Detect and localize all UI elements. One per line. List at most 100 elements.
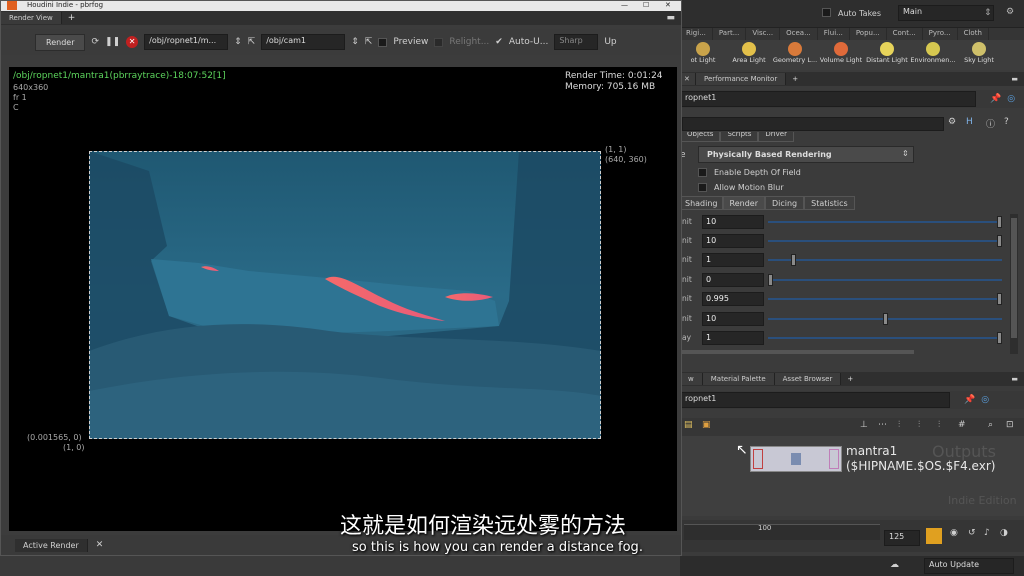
param-value[interactable]: 10 — [702, 234, 764, 248]
render-button[interactable]: Render — [35, 33, 86, 51]
tab-material-palette[interactable]: Material Palette — [702, 373, 775, 385]
subtab-objects[interactable]: Objects — [680, 132, 721, 142]
tab-close-icon[interactable]: ✕ — [680, 73, 696, 85]
slider-knob[interactable] — [997, 293, 1002, 305]
add-tab-icon[interactable]: + — [786, 75, 804, 83]
spot-light-tool[interactable]: ot Light — [680, 40, 726, 70]
help-h-icon[interactable]: H — [966, 117, 973, 127]
param-value[interactable]: 10 — [702, 312, 764, 326]
network-path[interactable]: ropnet1 — [680, 392, 950, 408]
param-value[interactable]: 10 — [702, 215, 764, 229]
tab-dicing[interactable]: Dicing — [764, 196, 805, 210]
auto-takes-checkbox[interactable] — [822, 8, 831, 17]
help-icon[interactable]: ⓘ — [986, 117, 995, 130]
param-slider[interactable] — [768, 332, 1002, 344]
pin-icon[interactable]: 📌 — [964, 395, 975, 405]
preview-checkbox[interactable] — [378, 37, 388, 47]
pane-menu-icon[interactable]: ▬ — [666, 13, 681, 23]
refresh-icon[interactable]: ⟳ — [91, 37, 99, 47]
rop-pick-icon[interactable]: ⇱ — [248, 37, 256, 47]
network-canvas[interactable]: Outputs Indie Edition mantra1 ($HIPNAME.… — [680, 436, 1024, 516]
pane-menu-icon[interactable]: ▬ — [1011, 75, 1024, 83]
shelf-tab[interactable]: Rigi... — [680, 28, 713, 40]
param-slider[interactable] — [768, 254, 1002, 266]
param-slider[interactable] — [768, 235, 1002, 247]
align2-icon[interactable]: ⫶ — [918, 420, 920, 430]
shelf-tab[interactable]: Cloth — [958, 28, 989, 40]
timeline-bar[interactable]: 100 — [684, 524, 880, 540]
real-time-icon[interactable]: ◑ — [1000, 528, 1008, 538]
tab-statistics[interactable]: Statistics — [804, 196, 855, 210]
select-camera-icon[interactable]: ⇕ — [351, 37, 359, 47]
tab-performance-monitor[interactable]: Performance Monitor — [696, 73, 787, 85]
tab-render-view[interactable]: Render View — [1, 12, 62, 24]
tab-render[interactable]: Render — [722, 196, 765, 210]
desktop-select[interactable]: Main — [898, 5, 994, 21]
layout-icon[interactable]: ⊥ — [860, 420, 868, 430]
select-rop-icon[interactable]: ⇕ — [234, 37, 242, 47]
tab-asset-browser[interactable]: Asset Browser — [774, 373, 842, 385]
stop-icon[interactable]: ✕ — [126, 36, 139, 48]
up-label[interactable]: Up — [604, 37, 616, 47]
gear-icon[interactable]: ⚙ — [948, 117, 956, 127]
tab-network[interactable]: w — [680, 373, 703, 385]
environment-light-tool[interactable]: Environmen... — [910, 40, 956, 70]
param-value[interactable]: 0 — [702, 273, 764, 287]
motion-blur-checkbox[interactable] — [698, 183, 707, 192]
param-search-field[interactable] — [682, 117, 944, 131]
node-flag-left[interactable] — [753, 449, 763, 469]
add-tab-icon[interactable]: + — [62, 13, 82, 23]
grid-icon[interactable]: # — [958, 420, 966, 430]
note-icon[interactable]: ▤ — [684, 420, 693, 430]
dof-checkbox[interactable] — [698, 168, 707, 177]
align3-icon[interactable]: ⫶ — [938, 420, 940, 430]
render-engine-select[interactable]: Physically Based Rendering — [698, 146, 914, 163]
settings-gear-icon[interactable]: ⚙ — [1006, 7, 1014, 17]
shelf-tab[interactable]: Ocea... — [780, 28, 818, 40]
slider-knob[interactable] — [997, 235, 1002, 247]
frame-field[interactable]: 125 — [884, 530, 920, 546]
close-tab-icon[interactable]: ✕ — [88, 540, 112, 550]
search-icon[interactable]: ⌕ — [988, 420, 993, 430]
volume-light-tool[interactable]: Volume Light — [818, 40, 864, 70]
shelf-tab[interactable]: Popu... — [850, 28, 887, 40]
slider-knob[interactable] — [882, 313, 888, 325]
tab-active-render[interactable]: Active Render — [15, 538, 88, 552]
param-h-scrollbar[interactable] — [680, 350, 914, 354]
param-scrollbar[interactable] — [1010, 214, 1018, 354]
param-slider[interactable] — [768, 293, 1002, 305]
slider-knob[interactable] — [997, 332, 1002, 344]
dots-icon[interactable]: ⋯ — [878, 420, 887, 430]
subtab-scripts[interactable]: Scripts — [720, 132, 759, 142]
distant-light-tool[interactable]: Distant Light — [864, 40, 910, 70]
window-titlebar[interactable]: Houdini Indie - pbrfog — ☐ ✕ — [1, 1, 681, 11]
shelf-tab[interactable]: Pyro... — [923, 28, 958, 40]
subtab-driver[interactable]: Driver — [758, 132, 794, 142]
pane-menu-icon[interactable]: ▬ — [1011, 375, 1024, 383]
shelf-tab[interactable]: Visc... — [746, 28, 781, 40]
rop-path-field[interactable]: /obj/ropnet1/m... — [144, 34, 229, 50]
area-light-tool[interactable]: Area Light — [726, 40, 772, 70]
audio-icon[interactable]: ♪ — [984, 528, 990, 538]
link-icon[interactable]: ◎ — [1007, 94, 1015, 104]
shelf-tab[interactable]: Flui... — [818, 28, 850, 40]
param-value[interactable]: 1 — [702, 331, 764, 345]
playback-icon[interactable]: ◉ — [950, 528, 958, 538]
box-icon[interactable]: ▣ — [702, 420, 711, 430]
minimize-icon[interactable]: — — [621, 1, 628, 10]
scroll-thumb[interactable] — [1011, 218, 1017, 338]
relight-checkbox[interactable] — [434, 37, 444, 47]
pause-icon[interactable]: ❚❚ — [105, 37, 120, 47]
slider-knob[interactable] — [997, 216, 1002, 228]
add-tab-icon[interactable]: + — [841, 375, 859, 383]
shelf-tab[interactable]: Part... — [713, 28, 747, 40]
question-icon[interactable]: ? — [1004, 117, 1009, 127]
geometry-light-tool[interactable]: Geometry L... — [772, 40, 818, 70]
render-viewport[interactable]: /obj/ropnet1/mantra1(pbrraytrace)-18:07:… — [9, 67, 677, 531]
camera-pick-icon[interactable]: ⇱ — [365, 37, 373, 47]
pin-icon[interactable]: 📌 — [990, 94, 1001, 104]
maximize-icon[interactable]: ☐ — [643, 1, 649, 10]
slider-knob[interactable] — [768, 274, 773, 286]
link-icon[interactable]: ◎ — [981, 395, 989, 405]
param-slider[interactable] — [768, 313, 1002, 325]
